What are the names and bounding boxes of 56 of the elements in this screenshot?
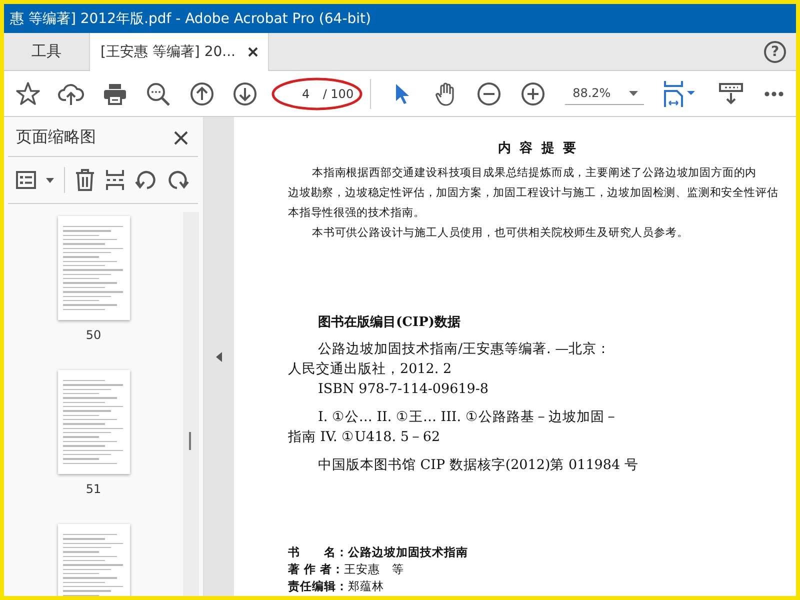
panel-title: 页面缩略图 xyxy=(16,127,96,148)
abstract-text-line: 边坡勘察，边坡稳定性评估，加固方案，加固工程设计与施工，边坡加固检测、监测和安全性评估 xyxy=(288,185,780,201)
help-button[interactable]: ? xyxy=(764,40,786,62)
printer-icon xyxy=(102,82,127,104)
search-icon xyxy=(146,82,170,106)
close-icon[interactable] xyxy=(174,130,188,144)
pointer-icon xyxy=(393,82,412,106)
zoom-dropdown[interactable]: 88.2% xyxy=(564,82,644,105)
page-total: / 100 xyxy=(322,86,354,100)
abstract-text-line: 本指导性很强的技术指南。 xyxy=(288,205,426,221)
hand-icon xyxy=(434,82,457,106)
window-title: 惠 等编著] 2012年版.pdf - Adobe Acrobat Pro (64-bit) xyxy=(9,10,371,28)
cip-heading: 图书在版编目(CIP)数据 xyxy=(318,314,462,331)
zoom-in-icon xyxy=(520,82,545,106)
document-tab[interactable]: [王安惠 等编著] 20... xyxy=(90,33,269,71)
tab-label: 工具 xyxy=(32,42,62,61)
info-label: 书 名： xyxy=(288,545,348,560)
list-options-icon[interactable] xyxy=(16,171,36,189)
abstract-text-line: 本指南根据西部交通建设科技项目成果总结提炼而成，主要阐述了公路边坡加固方面的内 xyxy=(311,165,758,181)
info-label: 责任编辑： xyxy=(288,579,348,594)
arrow-down-icon xyxy=(233,82,258,106)
zoom-out-icon xyxy=(477,82,502,106)
insert-page-icon[interactable] xyxy=(105,169,125,191)
page-number-label: 51 xyxy=(86,482,102,496)
cip-text-line: I. ①公… II. ①王… III. ①公路路基－边坡加固－ xyxy=(317,408,620,427)
zoom-value: 88.2% xyxy=(572,86,611,100)
cip-text-line: 指南 IV. ①U418. 5－62 xyxy=(288,428,442,447)
cip-text-line: 中国版本图书馆 CIP 数据核字(2012)第 011984 号 xyxy=(317,456,640,475)
section-heading: 内 容 提 要 xyxy=(497,140,579,157)
page-thumbnail[interactable] xyxy=(58,370,130,474)
scroll-thumb[interactable] xyxy=(189,432,191,450)
rotate-left-icon[interactable] xyxy=(135,170,157,190)
caret-icon xyxy=(628,90,638,96)
tab-label: [王安惠 等编著] 20... xyxy=(100,43,236,61)
page-number-label: 50 xyxy=(86,328,102,342)
arrow-up-icon xyxy=(190,82,214,106)
cip-text-line: 公路边坡加固技术指南/王安惠等编著. —北京： xyxy=(317,340,612,359)
more-icon xyxy=(764,90,784,96)
info-value: 郑蕴林 xyxy=(348,579,384,594)
close-icon[interactable] xyxy=(248,47,258,57)
page-thumbnail[interactable] xyxy=(58,216,130,320)
info-value: 公路边坡加固技术指南 xyxy=(348,545,468,560)
keyboard-arrow-icon xyxy=(718,82,743,104)
caret-icon[interactable] xyxy=(46,178,54,182)
collapse-arrow-icon[interactable] xyxy=(216,352,222,362)
cip-text-line: 人民交通出版社，2012. 2 xyxy=(288,360,453,379)
info-label: 著 作 者： xyxy=(288,562,344,577)
page-number-field[interactable]: 4 xyxy=(294,86,317,100)
star-icon xyxy=(14,80,41,106)
trash-icon[interactable] xyxy=(75,169,95,191)
scrollbar[interactable] xyxy=(183,212,199,596)
rotate-right-icon[interactable] xyxy=(167,170,189,190)
info-value: 王安惠 等 xyxy=(344,562,404,577)
cip-text-line: ISBN 978-7-114-09619-8 xyxy=(317,380,490,399)
abstract-text-line: 本书可供公路设计与施工人员使用，也可供相关院校师生及研究人员参考。 xyxy=(311,225,690,241)
cloud-upload-icon xyxy=(58,82,84,106)
